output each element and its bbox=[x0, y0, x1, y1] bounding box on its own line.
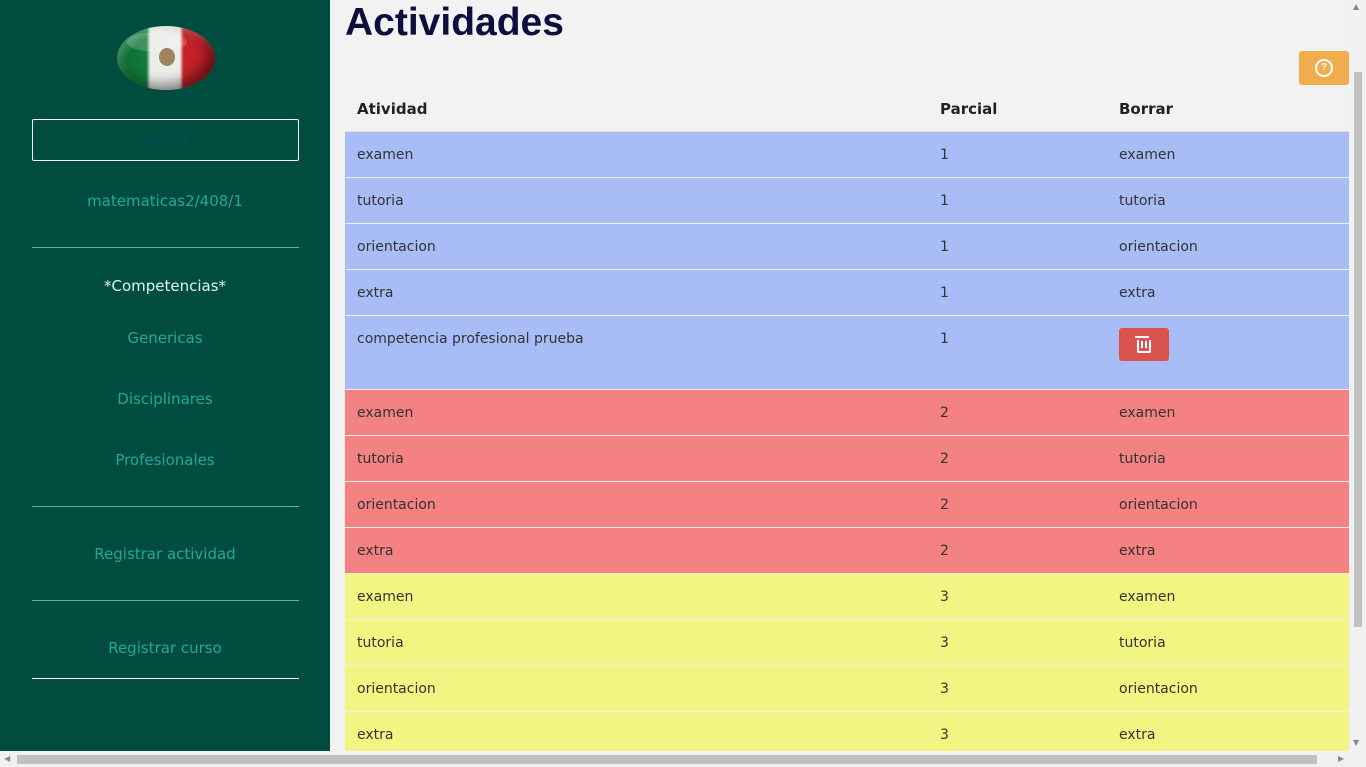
vertical-scrollbar[interactable]: ▲ ▼ bbox=[1349, 0, 1366, 751]
scroll-up-arrow-icon[interactable]: ▲ bbox=[1353, 2, 1359, 11]
table-row: examen 3 examen bbox=[345, 573, 1349, 620]
delete-button[interactable] bbox=[1119, 328, 1169, 361]
header-borrar: Borrar bbox=[1107, 87, 1349, 132]
cell-borrar: orientacion bbox=[1107, 223, 1349, 270]
sidebar-divider bbox=[32, 678, 299, 679]
cell-actividad: extra bbox=[345, 527, 928, 574]
table-row: tutoria 2 tutoria bbox=[345, 435, 1349, 482]
cell-borrar: extra bbox=[1107, 269, 1349, 316]
trash-icon bbox=[1135, 335, 1151, 353]
inicio-button[interactable]: INICIO bbox=[32, 119, 299, 161]
competencias-heading: *Competencias* bbox=[103, 277, 227, 295]
cell-actividad: examen bbox=[345, 389, 928, 436]
sidebar-item-genericas[interactable]: Genericas bbox=[32, 329, 298, 347]
scroll-left-arrow-icon[interactable]: ◀ bbox=[4, 754, 10, 763]
registrar-curso-link[interactable]: Registrar curso bbox=[32, 639, 298, 657]
cell-parcial: 3 bbox=[928, 619, 1107, 666]
cell-parcial: 2 bbox=[928, 527, 1107, 574]
cell-actividad: orientacion bbox=[345, 481, 928, 528]
scroll-down-arrow-icon[interactable]: ▼ bbox=[1353, 738, 1359, 747]
cell-borrar: tutoria bbox=[1107, 177, 1349, 224]
table-row: examen 2 examen bbox=[345, 389, 1349, 436]
cell-parcial: 1 bbox=[928, 269, 1107, 316]
cell-actividad: tutoria bbox=[345, 619, 928, 666]
vertical-scrollbar-thumb[interactable] bbox=[1354, 72, 1362, 627]
table-row: orientacion 2 orientacion bbox=[345, 481, 1349, 528]
table-header-row: Atividad Parcial Borrar bbox=[345, 87, 1349, 132]
table-row: extra 2 extra bbox=[345, 527, 1349, 574]
table-row: examen 1 examen bbox=[345, 131, 1349, 178]
table-row: competencia profesional prueba 1 bbox=[345, 315, 1349, 390]
table-row: tutoria 1 tutoria bbox=[345, 177, 1349, 224]
cell-actividad: orientacion bbox=[345, 223, 928, 270]
cell-borrar: orientacion bbox=[1107, 665, 1349, 712]
cell-actividad: examen bbox=[345, 131, 928, 178]
cell-actividad: examen bbox=[345, 573, 928, 620]
cell-borrar: extra bbox=[1107, 527, 1349, 574]
activities-table: Atividad Parcial Borrar examen 1 examen … bbox=[345, 87, 1349, 757]
scroll-right-arrow-icon[interactable]: ▶ bbox=[1338, 754, 1344, 763]
header-parcial: Parcial bbox=[928, 87, 1107, 132]
sidebar-item-disciplinares[interactable]: Disciplinares bbox=[32, 390, 298, 408]
sidebar-divider bbox=[32, 600, 299, 601]
table-row: tutoria 3 tutoria bbox=[345, 619, 1349, 666]
cell-borrar: tutoria bbox=[1107, 435, 1349, 482]
table-row: orientacion 3 orientacion bbox=[345, 665, 1349, 712]
cell-actividad: tutoria bbox=[345, 435, 928, 482]
cell-borrar bbox=[1107, 315, 1349, 390]
sidebar: INICIO matematicas2/408/1 *Competencias*… bbox=[0, 0, 330, 751]
cell-borrar: examen bbox=[1107, 573, 1349, 620]
table-row: orientacion 1 orientacion bbox=[345, 223, 1349, 270]
cell-parcial: 1 bbox=[928, 223, 1107, 270]
cell-borrar: tutoria bbox=[1107, 619, 1349, 666]
cell-parcial: 2 bbox=[928, 481, 1107, 528]
horizontal-scrollbar-thumb[interactable] bbox=[17, 755, 1317, 764]
sidebar-divider bbox=[32, 247, 299, 248]
horizontal-scrollbar[interactable]: ◀ ▶ bbox=[0, 751, 1366, 767]
sidebar-item-profesionales[interactable]: Profesionales bbox=[32, 451, 298, 469]
cell-borrar: examen bbox=[1107, 131, 1349, 178]
cell-actividad: orientacion bbox=[345, 665, 928, 712]
registrar-actividad-link[interactable]: Registrar actividad bbox=[32, 545, 298, 563]
cell-parcial: 2 bbox=[928, 435, 1107, 482]
question-circle-icon: ? bbox=[1315, 59, 1333, 77]
table-row: extra 1 extra bbox=[345, 269, 1349, 316]
course-link[interactable]: matematicas2/408/1 bbox=[32, 192, 298, 210]
sidebar-divider bbox=[32, 506, 299, 507]
header-actividad: Atividad bbox=[345, 87, 928, 132]
mexico-flag-logo-icon bbox=[117, 26, 215, 90]
cell-actividad: extra bbox=[345, 269, 928, 316]
cell-borrar: orientacion bbox=[1107, 481, 1349, 528]
cell-parcial: 2 bbox=[928, 389, 1107, 436]
cell-parcial: 1 bbox=[928, 177, 1107, 224]
cell-parcial: 1 bbox=[928, 315, 1107, 390]
cell-actividad: competencia profesional prueba bbox=[345, 315, 928, 390]
page-title: Actividades bbox=[345, 1, 564, 44]
cell-parcial: 1 bbox=[928, 131, 1107, 178]
cell-borrar: examen bbox=[1107, 389, 1349, 436]
help-button[interactable]: ? bbox=[1299, 51, 1349, 85]
cell-parcial: 3 bbox=[928, 665, 1107, 712]
cell-actividad: tutoria bbox=[345, 177, 928, 224]
cell-parcial: 3 bbox=[928, 573, 1107, 620]
